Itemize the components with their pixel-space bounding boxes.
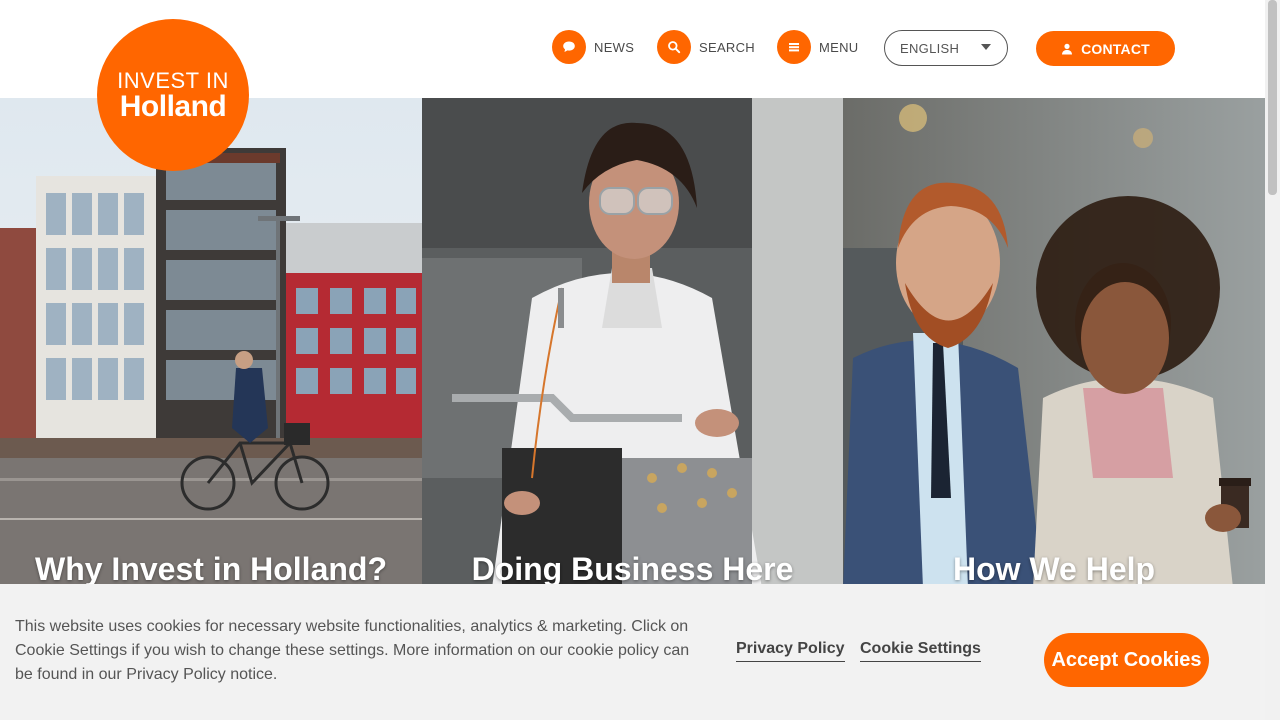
caret-down-icon bbox=[981, 44, 991, 50]
nav-search[interactable]: SEARCH bbox=[657, 30, 755, 64]
cookie-settings-link[interactable]: Cookie Settings bbox=[860, 640, 981, 662]
search-icon bbox=[657, 30, 691, 64]
invest-in-holland-logo[interactable]: INVEST IN Holland bbox=[97, 19, 249, 171]
street-photo bbox=[0, 98, 422, 588]
cookie-banner: This website uses cookies for necessary … bbox=[0, 584, 1265, 720]
contact-button[interactable]: CONTACT bbox=[1036, 31, 1175, 66]
privacy-policy-link[interactable]: Privacy Policy bbox=[736, 640, 845, 662]
scientist-photo bbox=[422, 98, 843, 588]
business-people-photo bbox=[843, 98, 1265, 588]
page-scrollbar[interactable] bbox=[1265, 0, 1280, 720]
chat-bubble-icon bbox=[552, 30, 586, 64]
cookie-text: This website uses cookies for necessary … bbox=[15, 618, 690, 683]
tile-title: How We Help bbox=[952, 551, 1156, 587]
scrollbar-thumb[interactable] bbox=[1268, 0, 1277, 195]
nav-search-label: SEARCH bbox=[699, 39, 755, 55]
nav-menu[interactable]: MENU bbox=[777, 30, 858, 64]
contact-label: CONTACT bbox=[1081, 40, 1150, 57]
language-selected: ENGLISH bbox=[900, 40, 960, 56]
tile-why-invest[interactable]: Why Invest in Holland? bbox=[0, 98, 422, 588]
user-icon bbox=[1062, 43, 1073, 54]
nav-news-label: NEWS bbox=[594, 39, 635, 55]
tile-title: Doing Business Here bbox=[471, 551, 794, 587]
tile-title: Why Invest in Holland? bbox=[34, 551, 387, 587]
accept-cookies-button[interactable]: Accept Cookies bbox=[1044, 633, 1209, 687]
tile-how-we-help[interactable]: How We Help bbox=[843, 98, 1265, 588]
tile-doing-business[interactable]: Doing Business Here bbox=[422, 98, 843, 588]
nav-menu-label: MENU bbox=[819, 39, 859, 55]
language-select[interactable]: ENGLISH bbox=[884, 30, 1008, 66]
page: NEWS SEARCH MENU ENGLISH CONTACT INVEST … bbox=[0, 0, 1280, 720]
hamburger-icon bbox=[777, 30, 811, 64]
logo-line2: Holland bbox=[119, 90, 227, 123]
nav-news[interactable]: NEWS bbox=[552, 30, 634, 64]
